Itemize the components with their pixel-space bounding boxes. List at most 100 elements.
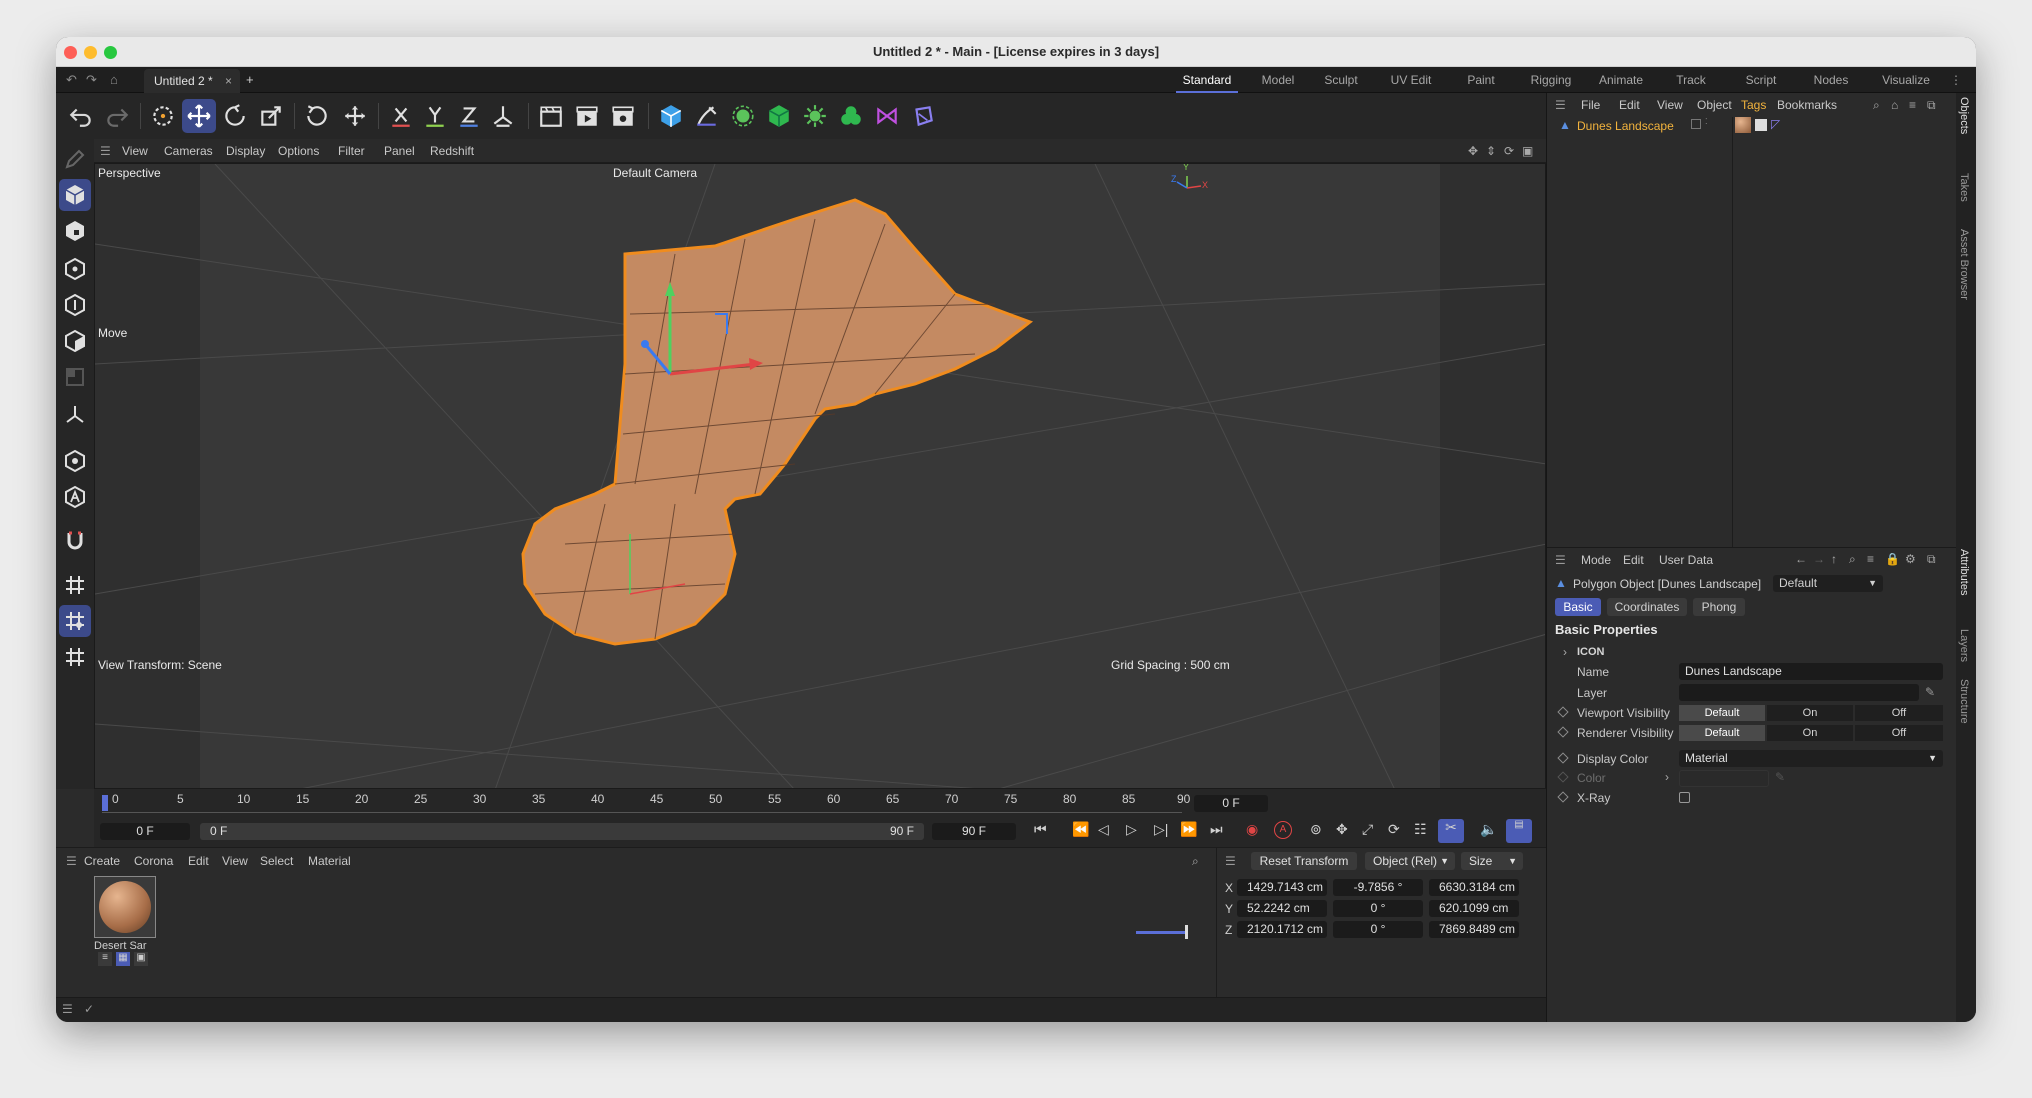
material-menu-select[interactable]: Select (260, 854, 293, 868)
attribute-menu-icon[interactable]: ☰ (1555, 553, 1566, 567)
material-menu-view[interactable]: View (222, 854, 248, 868)
attribute-filter-icon[interactable]: ≡ (1867, 552, 1874, 566)
coordinate-system-button[interactable] (486, 99, 520, 133)
position-x-field[interactable]: 1429.7143 cm (1237, 879, 1327, 896)
chevron-right-icon[interactable]: › (1665, 770, 1669, 784)
texture-tag-icon[interactable] (1755, 119, 1767, 131)
lock-z-axis-button[interactable] (452, 99, 486, 133)
workplane-button[interactable] (59, 569, 91, 601)
new-tab-button[interactable]: + (246, 72, 254, 87)
viewport-menu-icon[interactable]: ☰ (100, 144, 111, 158)
grid-view-icon[interactable]: ▦ (116, 952, 130, 966)
object-search-icon[interactable]: ⌕ (1873, 98, 1880, 113)
model-mode-button[interactable] (59, 179, 91, 211)
more-options-icon[interactable]: ⋮ (1946, 67, 1966, 93)
edges-mode-button[interactable] (59, 289, 91, 321)
tab-basic[interactable]: Basic (1555, 598, 1601, 616)
attribute-menu-edit[interactable]: Edit (1623, 553, 1644, 567)
layout-tab-sculpt[interactable]: Sculpt (1306, 67, 1376, 93)
redo-history-icon[interactable]: ↷ (86, 72, 97, 88)
auto-key-button[interactable]: A (1274, 821, 1292, 839)
material-menu-corona[interactable]: Corona (134, 854, 173, 868)
rotate-tool-button[interactable] (218, 99, 252, 133)
locked-workplane-button[interactable] (59, 641, 91, 673)
icon-group-row[interactable]: › ICON (1547, 642, 1957, 662)
viewport-menu-view[interactable]: View (122, 144, 148, 158)
rotation-p-field[interactable]: 0 ° (1333, 900, 1423, 917)
render-region-button[interactable] (534, 99, 568, 133)
redo-button[interactable] (100, 99, 134, 133)
object-menu-icon[interactable]: ☰ (1555, 98, 1566, 112)
size-mode-select[interactable]: Size ▼ (1461, 852, 1523, 870)
material-menu-icon[interactable]: ☰ (66, 854, 77, 868)
previous-key-button[interactable]: ⏪ (1072, 821, 1089, 838)
layout-tab-script[interactable]: Script (1726, 67, 1796, 93)
material-menu-material[interactable]: Material (308, 854, 351, 868)
visibility-dots-icon[interactable]: ⁚ (1705, 117, 1708, 126)
auto-key-mode-button[interactable] (59, 481, 91, 513)
close-window-button[interactable] (64, 46, 77, 59)
previous-frame-button[interactable]: ◁ (1098, 821, 1109, 838)
end-frame-field[interactable]: 90 F (932, 823, 1016, 840)
viewport-menu-redshift[interactable]: Redshift (430, 144, 474, 158)
polygons-mode-button[interactable] (59, 325, 91, 357)
list-view-icon[interactable]: ≡ (98, 952, 112, 966)
align-workplane-button[interactable] (59, 605, 91, 637)
layer-toggle-icon[interactable] (1691, 119, 1701, 129)
viewport-visibility-off[interactable]: Off (1855, 705, 1943, 721)
viewport-camera-label[interactable]: Default Camera (613, 166, 697, 180)
layer-pick-icon[interactable]: ✎ (1925, 685, 1935, 699)
thumbnail-size-slider[interactable] (1136, 925, 1188, 939)
3d-viewport[interactable]: Perspective Default Camera Move View Tra… (94, 163, 1546, 789)
start-frame-field[interactable]: 0 F (100, 823, 190, 840)
renderer-visibility-off[interactable]: Off (1855, 725, 1943, 741)
maximize-view-icon[interactable]: ▣ (1522, 144, 1533, 158)
xray-checkbox[interactable] (1679, 792, 1690, 803)
layout-tab-rigging[interactable]: Rigging (1516, 67, 1586, 93)
name-field[interactable]: Dunes Landscape (1679, 663, 1943, 680)
layout-tab-model[interactable]: Model (1250, 67, 1306, 93)
timeline-ruler[interactable] (102, 793, 1182, 813)
sound-button[interactable]: 🔈 (1480, 821, 1497, 838)
tab-phong[interactable]: Phong (1693, 598, 1745, 616)
move-tool-button[interactable] (182, 99, 216, 133)
attribute-new-window-icon[interactable]: ⧉ (1927, 552, 1936, 567)
add-field-button[interactable] (906, 99, 940, 133)
viewport-menu-display[interactable]: Display (226, 144, 265, 158)
lock-icon[interactable]: 🔒 (1885, 552, 1900, 566)
material-menu-edit[interactable]: Edit (188, 854, 209, 868)
position-key-button[interactable]: ✥ (1336, 821, 1348, 838)
layout-tab-paint[interactable]: Paint (1446, 67, 1516, 93)
timeline-options-button[interactable]: ▤ (1506, 819, 1532, 843)
keyframe-selection-button[interactable]: ⊚ (1310, 821, 1322, 838)
size-z-field[interactable]: 7869.8489 cm (1429, 921, 1519, 938)
add-deformer-button[interactable] (870, 99, 904, 133)
snap-button[interactable] (59, 525, 91, 557)
display-color-select[interactable]: Material ▼ (1679, 750, 1943, 767)
reset-rotation-button[interactable] (300, 99, 334, 133)
object-menu-bookmarks[interactable]: Bookmarks (1777, 98, 1837, 112)
size-y-field[interactable]: 620.1099 cm (1429, 900, 1519, 917)
viewport-menu-cameras[interactable]: Cameras (164, 144, 213, 158)
pan-view-icon[interactable]: ✥ (1468, 144, 1478, 158)
phong-tag-icon[interactable]: ◸ (1771, 117, 1780, 131)
viewport-menu-options[interactable]: Options (278, 144, 319, 158)
lock-y-axis-button[interactable] (418, 99, 452, 133)
viewport-menu-panel[interactable]: Panel (384, 144, 415, 158)
scale-tool-button[interactable] (254, 99, 288, 133)
render-view-button[interactable] (570, 99, 604, 133)
side-tab-layers[interactable]: Layers (1958, 629, 1970, 662)
side-tab-attributes[interactable]: Attributes (1958, 549, 1970, 595)
object-menu-file[interactable]: File (1581, 98, 1600, 112)
rotation-key-button[interactable]: ⟳ (1388, 821, 1400, 838)
rotation-b-field[interactable]: 0 ° (1333, 921, 1423, 938)
renderer-visibility-default[interactable]: Default (1679, 725, 1765, 741)
axis-mode-button[interactable] (59, 399, 91, 431)
point-level-animation-button[interactable]: ✂ (1438, 819, 1464, 843)
next-frame-button[interactable]: ▷| (1154, 821, 1168, 838)
forward-arrow-icon[interactable]: → (1813, 552, 1825, 566)
home-icon[interactable]: ⌂ (110, 72, 118, 87)
object-menu-tags[interactable]: Tags (1741, 98, 1766, 112)
layout-tab-uv-edit[interactable]: UV Edit (1376, 67, 1446, 93)
edit-mode-button[interactable] (59, 143, 91, 175)
